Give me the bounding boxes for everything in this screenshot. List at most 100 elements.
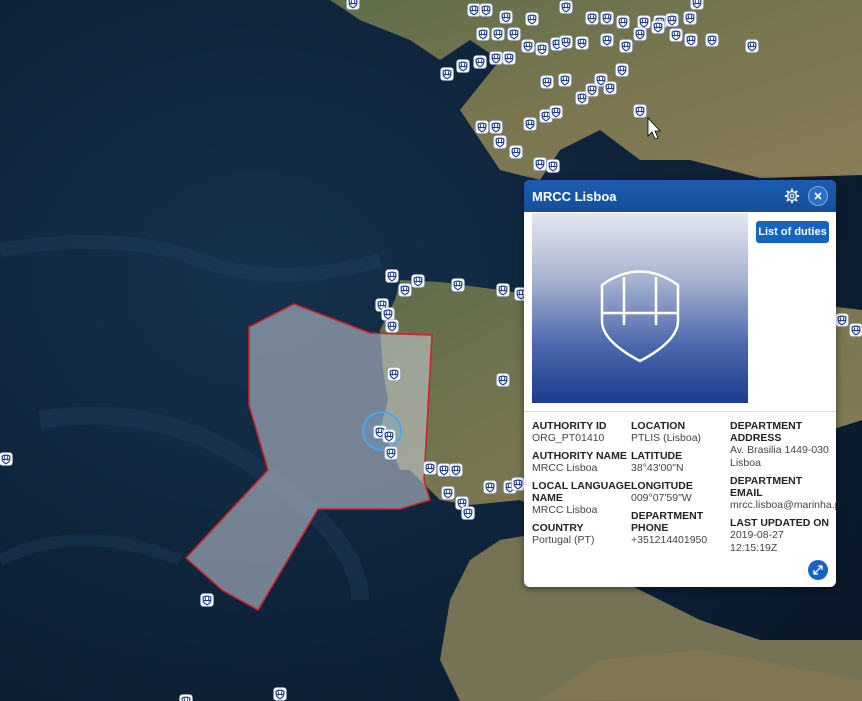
authority-shield-icon[interactable]	[387, 367, 401, 381]
authority-shield-icon[interactable]	[559, 35, 573, 49]
authority-shield-icon[interactable]	[483, 480, 497, 494]
authority-shield-icon[interactable]	[496, 283, 510, 297]
authority-shield-icon[interactable]	[385, 319, 399, 333]
field-value: ORG_PT01410	[532, 432, 605, 444]
field-value: 009°07'59"W	[631, 492, 692, 504]
authority-shield-icon[interactable]	[690, 0, 704, 10]
authority-shield-icon[interactable]	[451, 278, 465, 292]
field-value: MRCC Lisboa	[532, 504, 598, 516]
authority-shield-icon[interactable]	[615, 63, 629, 77]
authority-shield-icon[interactable]	[849, 323, 862, 337]
authority-shield-icon[interactable]	[511, 477, 525, 491]
detail-field: LATITUDE 38°43'00"N	[631, 450, 730, 475]
field-value: mrcc.lisboa@marinha.pt	[730, 499, 836, 511]
authority-shield-icon[interactable]	[509, 145, 523, 159]
close-button[interactable]	[808, 186, 828, 206]
authority-shield-icon[interactable]	[603, 81, 617, 95]
authority-shield-icon[interactable]	[496, 373, 510, 387]
field-value: PTLIS (Lisboa)	[631, 432, 702, 444]
authority-shield-icon[interactable]	[346, 0, 360, 10]
detail-field: LOCAL LANGUAGE NAME MRCC Lisboa	[532, 480, 631, 517]
authority-shield-icon[interactable]	[456, 59, 470, 73]
authority-shield-icon[interactable]	[619, 39, 633, 53]
authority-shield-icon[interactable]	[745, 39, 759, 53]
authority-shield-icon[interactable]	[449, 463, 463, 477]
field-label: LONGITUDE	[631, 480, 693, 492]
authority-shield-icon[interactable]	[533, 157, 547, 171]
authority-shield-icon[interactable]	[479, 3, 493, 17]
authority-shield-icon[interactable]	[521, 39, 535, 53]
settings-button[interactable]	[782, 186, 802, 206]
authority-shield-icon[interactable]	[502, 51, 516, 65]
authority-shield-icon[interactable]	[835, 313, 849, 327]
authority-shield-icon[interactable]	[493, 135, 507, 149]
field-value: Portugal (PT)	[532, 534, 595, 546]
authority-shield-icon[interactable]	[423, 461, 437, 475]
field-label: LATITUDE	[631, 450, 683, 462]
popup-header: MRCC Lisboa	[524, 180, 836, 212]
authority-shield-icon[interactable]	[382, 429, 396, 443]
authority-shield-icon[interactable]	[489, 51, 503, 65]
field-label: LAST UPDATED ON	[730, 517, 829, 529]
authority-shield-icon[interactable]	[200, 593, 214, 607]
list-of-duties-button[interactable]: List of duties	[756, 221, 829, 243]
authority-shield-icon[interactable]	[651, 20, 665, 34]
authority-shield-icon[interactable]	[179, 694, 193, 701]
authority-shield-icon[interactable]	[535, 42, 549, 56]
authority-shield-icon[interactable]	[705, 33, 719, 47]
details: AUTHORITY ID ORG_PT01410 AUTHORITY NAME MRC…	[532, 420, 836, 560]
authority-shield-icon[interactable]	[683, 11, 697, 25]
authority-shield-icon[interactable]	[411, 274, 425, 288]
authority-shield-icon[interactable]	[475, 120, 489, 134]
authority-shield-icon[interactable]	[507, 27, 521, 41]
authority-shield-icon[interactable]	[476, 27, 490, 41]
authority-shield-icon[interactable]	[467, 3, 481, 17]
field-value: +351214401950	[631, 534, 708, 546]
authority-shield-icon[interactable]	[499, 10, 513, 24]
detail-field: AUTHORITY NAME MRCC Lisboa	[532, 450, 631, 475]
authority-shield-icon[interactable]	[440, 67, 454, 81]
authority-shield-icon[interactable]	[684, 33, 698, 47]
authority-shield-icon[interactable]	[546, 159, 560, 173]
detail-field: DEPARTMENT PHONE +351214401950	[631, 510, 730, 547]
authority-shield-icon[interactable]	[600, 11, 614, 25]
authority-shield-icon[interactable]	[600, 33, 614, 47]
authority-shield-icon[interactable]	[549, 105, 563, 119]
authority-shield-icon[interactable]	[0, 452, 13, 466]
detail-field: AUTHORITY ID ORG_PT01410	[532, 420, 631, 445]
field-value: MRCC Lisboa	[532, 462, 598, 474]
popup-title: MRCC Lisboa	[532, 188, 617, 204]
details-column-2: LOCATION PTLIS (Lisboa) LATITUDE 38°43'00"N…	[631, 420, 730, 560]
authority-shield-icon[interactable]	[616, 15, 630, 29]
detail-field: DEPARTMENT EMAIL mrcc.lisboa@marinha.pt	[730, 475, 836, 512]
authority-shield-icon[interactable]	[384, 446, 398, 460]
authority-shield-icon[interactable]	[633, 27, 647, 41]
authority-shield-icon[interactable]	[633, 104, 647, 118]
authority-shield-icon[interactable]	[441, 486, 455, 500]
details-column-1: AUTHORITY ID ORG_PT01410 AUTHORITY NAME MRC…	[532, 420, 631, 560]
authority-shield-icon	[600, 270, 680, 363]
authority-shield-icon[interactable]	[491, 27, 505, 41]
detail-field: LONGITUDE 009°07'59"W	[631, 480, 730, 505]
authority-shield-icon[interactable]	[665, 13, 679, 27]
authority-shield-icon[interactable]	[525, 12, 539, 26]
field-label: DEPARTMENT ADDRESS	[730, 420, 803, 444]
authority-shield-icon[interactable]	[559, 0, 573, 14]
authority-shield-icon[interactable]	[637, 15, 651, 29]
field-value: 2019-08-27 12:15:19Z	[730, 529, 784, 554]
authority-shield-icon[interactable]	[273, 687, 287, 701]
authority-shield-icon[interactable]	[558, 73, 572, 87]
authority-shield-icon[interactable]	[523, 117, 537, 131]
authority-shield-icon[interactable]	[473, 55, 487, 69]
expand-button[interactable]	[808, 560, 828, 580]
authority-shield-icon[interactable]	[385, 269, 399, 283]
authority-shield-icon[interactable]	[575, 36, 589, 50]
authority-shield-icon[interactable]	[381, 307, 395, 321]
authority-shield-icon[interactable]	[540, 75, 554, 89]
authority-shield-icon[interactable]	[461, 506, 475, 520]
authority-shield-icon[interactable]	[585, 11, 599, 25]
authority-shield-icon[interactable]	[489, 120, 503, 134]
authority-shield-icon[interactable]	[398, 283, 412, 297]
authority-shield-icon[interactable]	[669, 28, 683, 42]
authority-shield-icon[interactable]	[437, 463, 451, 477]
